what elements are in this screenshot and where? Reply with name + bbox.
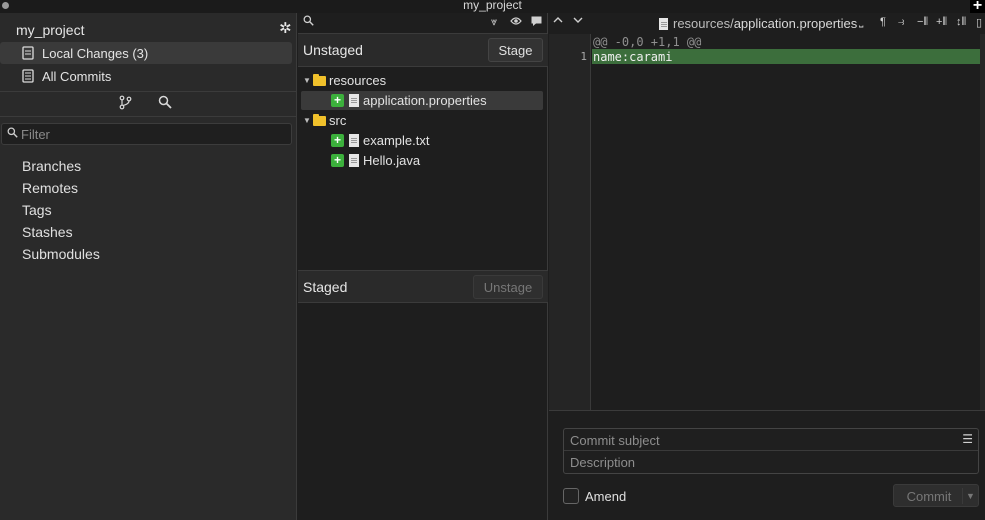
diff-path-file: application.properties [733,16,858,31]
file-icon [659,17,668,30]
local-changes-icon [21,46,35,60]
chevron-up-icon[interactable] [553,15,563,27]
chevron-down-icon[interactable]: ▼ [962,488,978,504]
more-lines-icon[interactable]: +⫴ [936,16,947,29]
stage-button[interactable]: Stage [488,38,543,62]
project-name: my_project [16,22,85,38]
tree-file-application-properties[interactable]: + application.properties [301,91,543,110]
wrap-icon[interactable]: ⥽ [898,16,904,29]
section-tags[interactable]: Tags [22,202,52,218]
commit-subject-placeholder: Commit subject [570,433,660,448]
nav-all-commits-label: All Commits [42,68,112,84]
expand-arrow-icon[interactable]: ▼ [301,116,313,125]
diff-line-text: name:carami [593,50,673,64]
nav-local-changes-label: Local Changes (3) [42,45,149,61]
amend-checkbox[interactable] [563,488,579,504]
expand-icon[interactable]: ↕⫴ [956,16,966,29]
commit-area: Commit subject ☰ Description Amend Commi… [549,410,985,520]
folder-icon [313,73,326,86]
filter-placeholder: Filter [21,126,50,142]
unstaged-header: Unstaged Stage [298,34,548,67]
file-label: Hello.java [363,153,421,168]
sidebar-toolbar [0,93,297,115]
diff-path-dir: resources/ [673,16,734,31]
gear-icon[interactable]: ✲ [279,19,292,37]
vertical-scrollbar[interactable] [980,34,985,410]
search-icon[interactable] [158,95,172,112]
tree-file-example-txt[interactable]: + example.txt [301,131,543,150]
search-icon [7,127,18,141]
search-icon[interactable] [303,15,314,29]
tree-folder-resources[interactable]: ▼ resources [301,71,543,90]
folder-label: src [329,113,347,128]
section-branches[interactable]: Branches [22,158,81,174]
diff-toolbar: resources/ application.properties ⎵ ¶ ⥽ … [549,13,985,34]
split-view-icon[interactable]: ▯ [976,16,982,29]
commit-subject-field[interactable]: Commit subject ☰ [564,429,978,451]
file-label: application.properties [363,93,487,108]
nav-all-commits[interactable]: All Commits [0,65,292,87]
fewer-lines-icon[interactable]: −⫴ [917,16,928,29]
add-tab-icon[interactable]: + [970,0,985,14]
sidebar: my_project ✲ Local Changes (3) All Commi… [0,13,297,520]
divider [0,91,297,92]
tree-file-hello-java[interactable]: + Hello.java [301,151,543,170]
divider [0,116,297,117]
staged-header: Staged Unstage [298,270,548,303]
added-status-icon: + [331,94,344,107]
file-icon [349,134,359,147]
folder-label: resources [329,73,387,88]
commit-button[interactable]: Commit ▼ [893,484,979,507]
unstaged-title: Unstaged [303,42,363,58]
staged-title: Staged [303,279,348,295]
diff-panel: resources/ application.properties ⎵ ¶ ⥽ … [549,13,985,520]
line-number: 1 [580,50,587,63]
commit-message-box: Commit subject ☰ Description [563,428,979,474]
commit-description-placeholder[interactable]: Description [570,455,635,470]
whitespace-icon[interactable]: ⎵ [859,16,863,29]
hunk-header: @@ -0,0 +1,1 @@ [593,35,702,49]
added-status-icon: + [331,154,344,167]
collapse-all-icon[interactable]: ⩔ [491,16,497,29]
title-bar: my_project + [0,0,985,14]
nav-local-changes[interactable]: Local Changes (3) [0,42,292,64]
expand-arrow-icon[interactable]: ▼ [301,76,313,85]
menu-icon[interactable]: ☰ [962,432,973,446]
file-label: example.txt [363,133,430,148]
amend-label[interactable]: Amend [585,489,626,504]
commits-icon [21,69,35,83]
eye-icon[interactable] [510,16,522,29]
changes-panel: ⩔ Unstaged Stage ▼ resources + applicati… [298,13,548,520]
window-title: my_project [463,0,522,12]
folder-icon [313,113,326,126]
section-stashes[interactable]: Stashes [22,224,73,240]
chevron-down-icon[interactable] [573,15,583,27]
added-status-icon: + [331,134,344,147]
section-remotes[interactable]: Remotes [22,180,78,196]
changes-toolbar: ⩔ [298,13,548,34]
filter-input[interactable]: Filter [1,123,292,145]
pilcrow-icon[interactable]: ¶ [880,16,886,28]
unstage-button[interactable]: Unstage [473,275,543,299]
file-icon [349,154,359,167]
section-submodules[interactable]: Submodules [22,246,100,262]
comment-icon[interactable] [531,16,542,29]
tree-folder-src[interactable]: ▼ src [301,111,543,130]
line-gutter: 1 [549,34,591,410]
commit-button-label: Commit [906,489,952,504]
file-icon [349,94,359,107]
branch-icon[interactable] [119,95,132,113]
diff-file-path: resources/ application.properties [659,16,857,31]
